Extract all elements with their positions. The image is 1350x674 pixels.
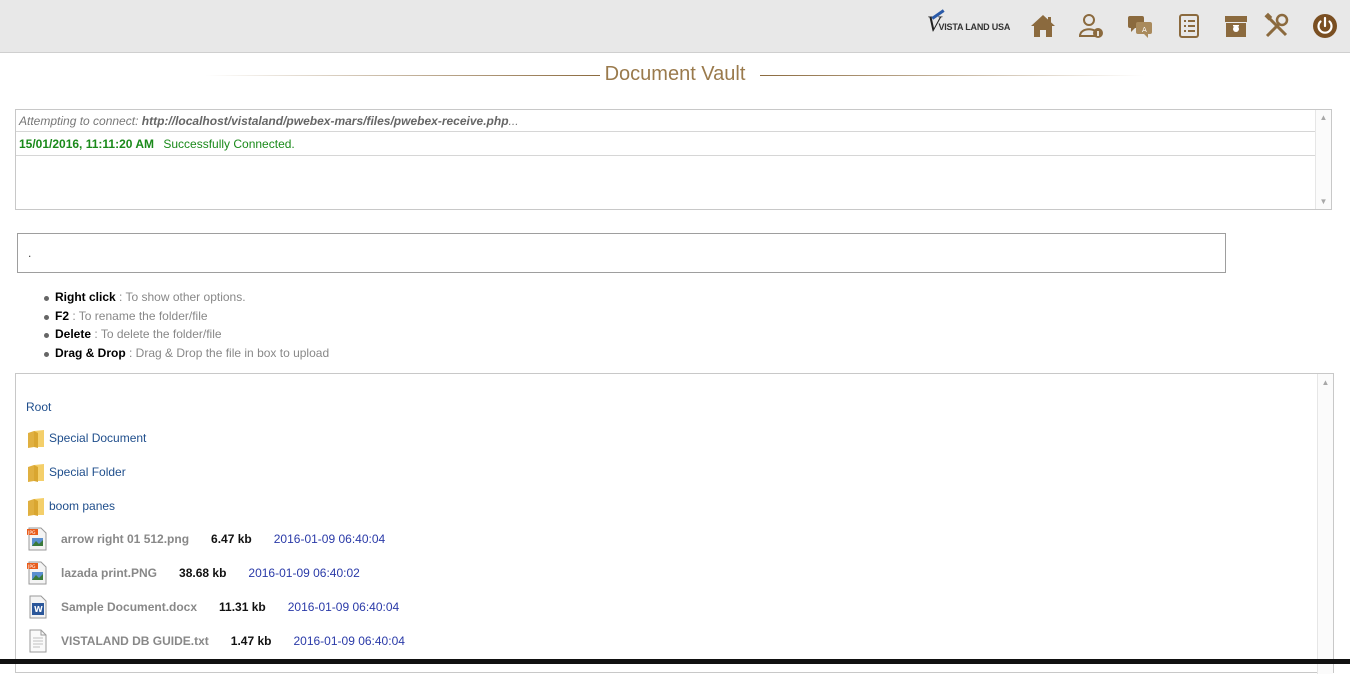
tip-item: F2 : To rename the folder/file <box>44 307 329 326</box>
tip-key: Drag & Drop <box>55 346 126 361</box>
tools-icon[interactable] <box>1263 12 1291 40</box>
folder-icon <box>28 430 44 448</box>
home-icon[interactable] <box>1029 12 1057 40</box>
image-file-icon: JPG <box>27 561 47 585</box>
file-item[interactable]: JPG lazada print.PNG 38.68 kb 2016-01-09… <box>26 560 360 586</box>
explorer-scrollbar[interactable]: ▲ <box>1317 374 1333 674</box>
console-scrollbar[interactable]: ▲ ▼ <box>1315 110 1331 209</box>
tip-desc: : Drag & Drop the file in box to upload <box>125 346 330 361</box>
folder-name[interactable]: boom panes <box>49 499 115 513</box>
title-divider-right <box>760 75 1145 76</box>
top-bar: V VISTA LAND USA A <box>0 0 1350 53</box>
folder-item[interactable]: boom panes <box>26 494 115 518</box>
file-item[interactable]: VISTALAND DB GUIDE.txt 1.47 kb 2016-01-0… <box>26 628 405 654</box>
file-name[interactable]: arrow right 01 512.png <box>61 532 189 546</box>
list-icon[interactable] <box>1175 12 1203 40</box>
file-size: 38.68 kb <box>179 566 227 580</box>
power-icon[interactable] <box>1311 12 1339 40</box>
tip-key: Right click <box>55 290 116 304</box>
connect-suffix: ... <box>508 114 519 128</box>
file-date: 2016-01-09 06:40:04 <box>287 600 400 614</box>
file-date: 2016-01-09 06:40:02 <box>248 566 360 580</box>
text-file-icon <box>29 629 47 653</box>
file-name[interactable]: lazada print.PNG <box>61 566 157 580</box>
file-name[interactable]: VISTALAND DB GUIDE.txt <box>61 634 209 648</box>
folder-item[interactable]: Special Document <box>26 426 146 450</box>
logo-text: VISTA LAND USA <box>938 22 1011 32</box>
image-file-icon: JPG <box>27 527 47 551</box>
window-bottom-edge <box>0 659 1350 664</box>
tip-desc: : To delete the folder/file <box>91 327 222 342</box>
connect-url: http://localhost/vistaland/pwebex-mars/f… <box>141 114 509 128</box>
connect-prefix: Attempting to connect: <box>19 114 139 128</box>
file-date: 2016-01-09 06:40:04 <box>293 634 405 648</box>
file-item[interactable]: JPG arrow right 01 512.png 6.47 kb 2016-… <box>26 526 385 552</box>
scroll-up-icon[interactable]: ▲ <box>1321 378 1330 387</box>
status-message: Successfully Connected. <box>163 137 295 151</box>
file-name[interactable]: Sample Document.docx <box>61 600 197 614</box>
file-item[interactable]: W Sample Document.docx 11.31 kb 2016-01-… <box>26 594 399 620</box>
messages-icon[interactable]: A <box>1126 12 1154 40</box>
tip-desc: : To rename the folder/file <box>69 308 208 323</box>
svg-text:A: A <box>1142 26 1147 34</box>
scroll-up-icon[interactable]: ▲ <box>1319 113 1328 122</box>
archive-icon[interactable] <box>1222 12 1250 40</box>
folder-name[interactable]: Special Document <box>49 431 146 445</box>
connection-log[interactable]: Attempting to connect: http://localhost/… <box>15 109 1332 210</box>
connect-status-line: 15/01/2016, 11:11:20 AM Successfully Con… <box>16 133 1317 156</box>
svg-text:JPG: JPG <box>27 564 36 570</box>
file-explorer-dropzone[interactable]: Root Special Document Special Folder boo… <box>15 373 1334 674</box>
vista-land-logo[interactable]: V VISTA LAND USA <box>927 11 1011 38</box>
tip-item: Delete : To delete the folder/file <box>44 325 329 344</box>
status-timestamp: 15/01/2016, 11:11:20 AM <box>19 137 154 151</box>
logo-letter: V <box>927 11 941 36</box>
file-size: 6.47 kb <box>211 532 252 546</box>
folder-item[interactable]: Special Folder <box>26 460 126 484</box>
tip-item: Drag & Drop : Drag & Drop the file in bo… <box>44 344 329 363</box>
tip-item: Right click : To show other options. <box>44 288 329 307</box>
tip-key: F2 <box>55 308 70 323</box>
file-size: 11.31 kb <box>219 600 266 614</box>
folder-icon <box>28 464 44 482</box>
user-info-icon[interactable] <box>1077 12 1105 40</box>
tip-desc: : To show other options. <box>115 290 246 304</box>
root-link[interactable]: Root <box>26 400 51 414</box>
file-date: 2016-01-09 06:40:04 <box>273 532 386 546</box>
tip-key: Delete <box>55 327 92 342</box>
word-file-icon: W <box>29 595 47 619</box>
folder-icon <box>28 498 44 516</box>
connect-attempt-line: Attempting to connect: http://localhost/… <box>16 110 1317 132</box>
help-tips-list: Right click : To show other options. F2 … <box>44 288 329 363</box>
title-row: Document Vault <box>205 62 1145 86</box>
current-path-box[interactable]: . <box>17 233 1226 273</box>
svg-text:JPG: JPG <box>27 530 36 536</box>
file-size: 1.47 kb <box>230 634 272 648</box>
scroll-down-icon[interactable]: ▼ <box>1319 197 1328 206</box>
folder-name[interactable]: Special Folder <box>49 465 126 479</box>
svg-text:W: W <box>34 605 43 614</box>
